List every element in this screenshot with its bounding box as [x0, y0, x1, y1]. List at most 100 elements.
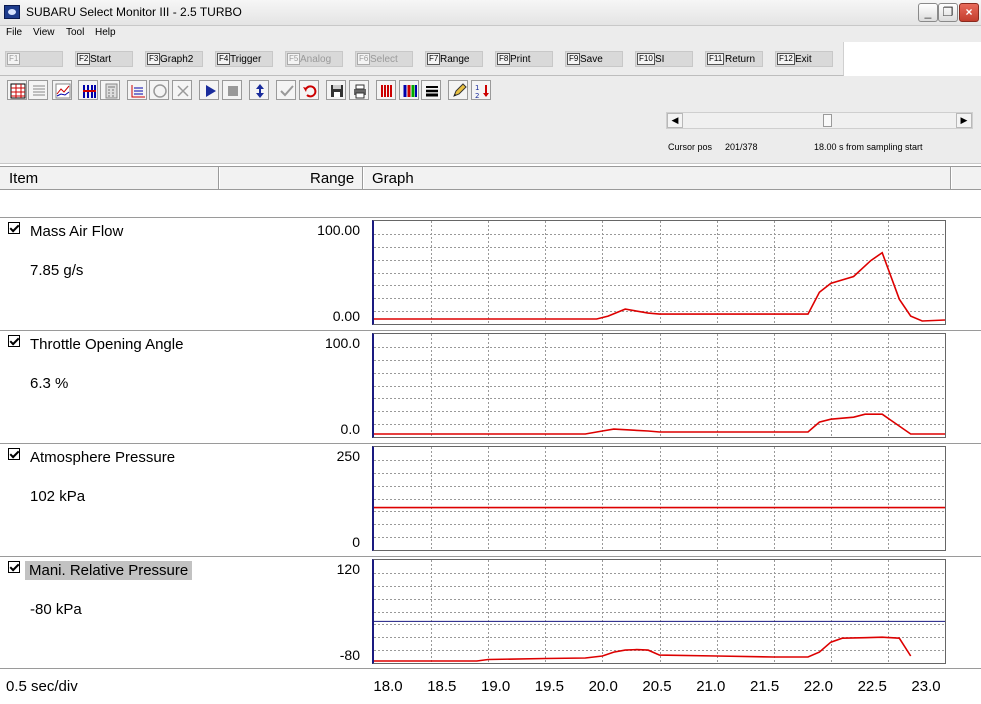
- menu-tool[interactable]: Tool: [66, 27, 84, 38]
- fkey-cap: F2: [77, 53, 91, 65]
- channel-graph[interactable]: [372, 220, 946, 325]
- range-max: 250: [336, 448, 360, 464]
- fkey-f5-button[interactable]: F5 Analog: [285, 51, 343, 67]
- fkey-label: Print: [510, 54, 531, 65]
- stop-icon[interactable]: [222, 80, 242, 100]
- graph-view-icon[interactable]: [52, 80, 72, 100]
- toolbar: 12: [0, 76, 981, 106]
- pencil-icon[interactable]: [448, 80, 468, 100]
- svg-text:1: 1: [475, 84, 479, 92]
- fkey-f10-button[interactable]: F10 SI: [635, 51, 693, 67]
- fkey-label: Range: [440, 54, 470, 65]
- trigger-graph-icon[interactable]: [127, 80, 147, 100]
- column-header: Item Range Graph: [0, 166, 981, 190]
- fkey-f1-button[interactable]: F1: [5, 51, 63, 67]
- x-marker-icon[interactable]: [172, 80, 192, 100]
- close-button[interactable]: ×: [959, 3, 979, 22]
- red-bars-icon[interactable]: [376, 80, 396, 100]
- minimize-button[interactable]: _: [918, 3, 938, 22]
- maximize-button[interactable]: ❐: [938, 3, 958, 22]
- channel-graph[interactable]: [372, 333, 946, 438]
- app-icon: [4, 5, 20, 19]
- play-icon[interactable]: [199, 80, 219, 100]
- bar-graph-icon[interactable]: [78, 80, 98, 100]
- cursor-time: 18.00 s from sampling start: [814, 142, 923, 152]
- range-max: 120: [336, 561, 360, 577]
- fkey-f4-button[interactable]: F4 Trigger: [215, 51, 273, 67]
- table-view-icon[interactable]: [7, 80, 27, 100]
- channel-value: 6.3 %: [30, 375, 69, 392]
- fkey-cap: F4: [217, 53, 231, 65]
- fkey-cap: F8: [497, 53, 511, 65]
- fkey-label: Trigger: [230, 54, 262, 65]
- fkey-f2-button[interactable]: F2 Start: [75, 51, 133, 67]
- fkey-cap: F3: [147, 53, 161, 65]
- scroll-thumb[interactable]: [823, 114, 832, 127]
- fkey-f7-button[interactable]: F7 Range: [425, 51, 483, 67]
- channel-graph[interactable]: [372, 559, 946, 664]
- menu-view[interactable]: View: [33, 27, 55, 38]
- fkey-f8-button[interactable]: F8 Print: [495, 51, 553, 67]
- range-min: 0.0: [340, 421, 360, 437]
- header-range[interactable]: Range: [310, 170, 354, 187]
- header-item[interactable]: Item: [9, 170, 38, 187]
- menu-help[interactable]: Help: [95, 27, 116, 38]
- color-bars-icon[interactable]: [399, 80, 419, 100]
- header-graph[interactable]: Graph: [372, 170, 414, 187]
- sort-icon[interactable]: 12: [471, 80, 491, 100]
- header-separator[interactable]: [218, 167, 220, 189]
- graph-canvas: [374, 447, 945, 550]
- range-min: 0: [352, 534, 360, 550]
- x-tick-label: 18.5: [427, 678, 457, 695]
- time-per-div: 0.5 sec/div: [6, 678, 78, 695]
- fkey-label: Exit: [795, 54, 812, 65]
- cursor-scrollbar[interactable]: ◀ ▶: [666, 112, 973, 129]
- x-tick-label: 20.0: [588, 678, 618, 695]
- fkey-cap: F10: [637, 53, 655, 65]
- menu-file[interactable]: File: [6, 27, 22, 38]
- channel-graph[interactable]: [372, 446, 946, 551]
- channel-value: -80 kPa: [30, 601, 82, 618]
- time-axis: 0.5 sec/div 18.0 18.5 19.0 19.5 20.0 20.5 21.0…: [0, 668, 981, 704]
- x-tick-label: 23.0: [911, 678, 941, 695]
- fkey-label: SI: [655, 54, 665, 65]
- undo-icon[interactable]: [299, 80, 319, 100]
- vertical-arrows-icon[interactable]: [249, 80, 269, 100]
- fkey-f12-button[interactable]: F12 Exit: [775, 51, 833, 67]
- list-view-icon[interactable]: [28, 80, 48, 100]
- x-tick-label: 20.5: [642, 678, 672, 695]
- calculator-icon[interactable]: [100, 80, 120, 100]
- circle-marker-icon[interactable]: [149, 80, 169, 100]
- save-disk-icon[interactable]: [326, 80, 346, 100]
- fkey-f3-button[interactable]: F3 Graph2: [145, 51, 203, 67]
- line-width-icon[interactable]: [421, 80, 441, 100]
- header-separator[interactable]: [362, 167, 364, 189]
- cursor-pos-label: Cursor pos: [668, 142, 713, 152]
- fkey-f9-button[interactable]: F9 Save: [565, 51, 623, 67]
- graph-canvas: [374, 560, 945, 663]
- x-tick-label: 22.0: [803, 678, 833, 695]
- range-min: -80: [339, 647, 360, 663]
- fkey-label: Save: [580, 54, 603, 65]
- menu-bar: File View Tool Help: [0, 26, 981, 42]
- cursor-pos-value: 201/378: [725, 142, 758, 152]
- header-separator[interactable]: [950, 167, 952, 189]
- fkey-cap: F9: [567, 53, 581, 65]
- fkey-label: Select: [370, 54, 398, 65]
- fkey-label: Start: [90, 54, 112, 65]
- fkey-f11-button[interactable]: F11 Return: [705, 51, 763, 67]
- graph-canvas: [374, 334, 945, 437]
- scroll-right-arrow-icon[interactable]: ▶: [956, 113, 972, 128]
- printer-icon[interactable]: [349, 80, 369, 100]
- scroll-left-arrow-icon[interactable]: ◀: [667, 113, 683, 128]
- channel-row: Atmosphere Pressure 102 kPa 250 0: [0, 443, 981, 555]
- title-bar: SUBARU Select Monitor III - 2.5 TURBO _ …: [0, 0, 981, 26]
- series-line: [374, 636, 912, 662]
- channel-value: 102 kPa: [30, 488, 86, 505]
- x-tick-label: 21.0: [696, 678, 726, 695]
- fkey-cap: F5: [287, 53, 301, 65]
- x-tick-label: 18.0: [373, 678, 403, 695]
- checkmark-icon[interactable]: [276, 80, 296, 100]
- fkey-f6-button[interactable]: F6 Select: [355, 51, 413, 67]
- svg-text:2: 2: [475, 92, 479, 100]
